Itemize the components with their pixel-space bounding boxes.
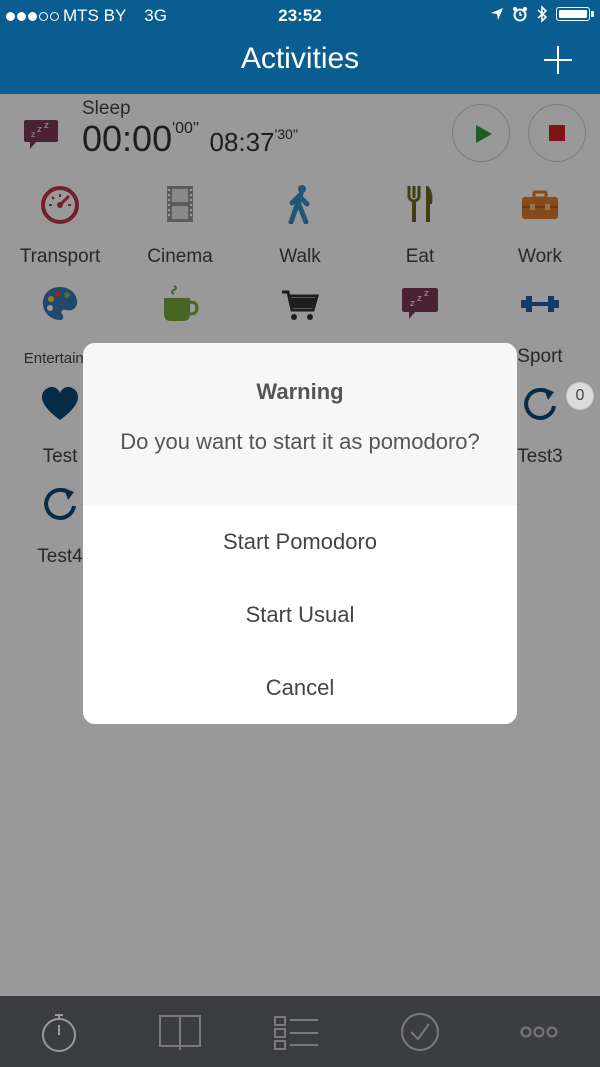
book-icon[interactable]	[158, 1010, 202, 1054]
checkmark-icon[interactable]	[398, 1010, 442, 1054]
count-badge: 0	[566, 382, 594, 410]
more-icon[interactable]	[517, 1010, 561, 1054]
start-usual-button[interactable]: Start Usual	[83, 578, 517, 652]
warning-dialog: Warning Do you want to start it as pomod…	[83, 343, 517, 724]
bluetooth-icon	[537, 5, 548, 23]
dialog-title: Warning	[256, 379, 344, 404]
battery-icon	[556, 7, 594, 21]
start-pomodoro-button[interactable]: Start Pomodoro	[83, 505, 517, 579]
dialog-message: Do you want to start it as pomodoro?	[120, 429, 480, 454]
page-title: Activities	[240, 42, 360, 75]
cancel-button[interactable]: Cancel	[83, 651, 517, 724]
navigation-bar: Activities	[0, 32, 600, 94]
plus-icon[interactable]	[544, 46, 572, 74]
tab-bar	[0, 996, 600, 1067]
dialog-header: Warning Do you want to start it as pomod…	[83, 343, 517, 506]
alarm-icon	[513, 7, 527, 22]
list-icon[interactable]	[274, 1010, 318, 1054]
location-arrow-icon	[491, 8, 503, 20]
status-bar: MTS BY 3G 23:52	[0, 0, 600, 32]
stopwatch-icon[interactable]	[37, 1010, 81, 1054]
